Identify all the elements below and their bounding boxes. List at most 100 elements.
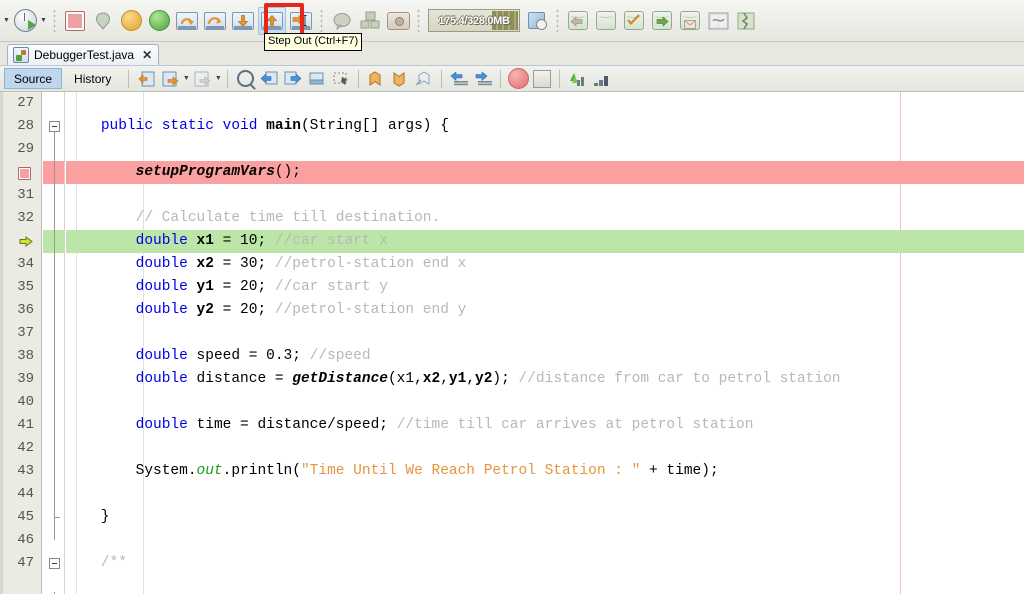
line-number: 38 — [17, 345, 34, 368]
debug-project-button[interactable] — [12, 8, 38, 34]
apply-code-changes-button[interactable] — [329, 8, 355, 34]
debug-clock-icon — [14, 9, 37, 32]
bookmark-down-icon — [391, 71, 409, 87]
diff-button[interactable] — [705, 8, 731, 34]
close-icon[interactable]: ✕ — [142, 48, 152, 62]
toggle-highlight-button[interactable] — [306, 69, 328, 89]
code-line[interactable]: setupProgramVars(); — [66, 161, 301, 184]
line-number: 29 — [17, 138, 34, 161]
code-editor[interactable]: 27282931323435363738394041424344454647 p… — [0, 92, 1024, 594]
code-token — [66, 417, 136, 433]
db-back-button[interactable] — [565, 8, 591, 34]
editor-toolbar-separator-6 — [559, 70, 560, 88]
camera-icon — [387, 12, 410, 30]
last-edit-button[interactable] — [135, 69, 157, 89]
code-token: getDistance — [292, 371, 388, 387]
undo-refactor-button[interactable] — [191, 69, 213, 89]
code-token: //car start y — [275, 279, 388, 295]
line-number: 32 — [17, 207, 34, 230]
toggle-bookmark-button[interactable] — [413, 69, 435, 89]
step-over-button[interactable] — [174, 8, 200, 34]
find-next-button[interactable] — [282, 69, 304, 89]
chevron-down-icon-undo[interactable]: ▼ — [214, 75, 222, 82]
code-token: main — [266, 118, 301, 134]
inspect-hierarchy-button[interactable] — [590, 69, 612, 89]
finish-debugger-session-button[interactable] — [62, 8, 88, 34]
step-out-tooltip: Step Out (Ctrl+F7) — [264, 33, 362, 51]
code-line[interactable]: double distance = getDistance(x1,x2,y1,y… — [66, 368, 840, 391]
code-line[interactable]: public static void main(String[] args) { — [66, 115, 449, 138]
code-line[interactable]: double speed = 0.3; //speed — [66, 345, 371, 368]
tab-source[interactable]: Source — [4, 68, 62, 89]
pause-location-button[interactable] — [90, 8, 116, 34]
pause-button[interactable] — [118, 8, 144, 34]
run-to-cursor-button[interactable] — [288, 8, 314, 34]
code-token — [66, 233, 136, 249]
code-line[interactable]: double y1 = 20; //car start y — [66, 276, 388, 299]
step-out-button[interactable] — [258, 7, 286, 35]
previous-bookmark-button[interactable] — [365, 69, 387, 89]
code-token: y2 — [475, 371, 492, 387]
take-gui-snapshot-button[interactable] — [357, 8, 383, 34]
toolbar-separator-4 — [554, 10, 561, 32]
find-selection-button[interactable] — [234, 69, 256, 89]
code-token: = 10; — [214, 233, 275, 249]
editor-toolbar-separator-2 — [227, 70, 228, 88]
project-config-dropdown-left[interactable]: ▼ — [2, 17, 11, 24]
shift-line-right-button[interactable] — [472, 69, 494, 89]
code-token: speed = 0.3; — [188, 348, 310, 364]
chevron-down-icon-refactor[interactable]: ▼ — [182, 75, 190, 82]
next-bookmark-button[interactable] — [389, 69, 411, 89]
code-token: x2 — [197, 256, 214, 272]
take-screenshot-button[interactable] — [385, 8, 411, 34]
breakpoint-marker[interactable] — [18, 167, 31, 180]
code-line[interactable]: // Calculate time till destination. — [66, 207, 440, 230]
code-line[interactable]: /** — [66, 552, 127, 575]
file-tab-debuggertest[interactable]: DebuggerTest.java ✕ — [7, 44, 159, 65]
code-line[interactable]: double time = distance/speed; //time til… — [66, 414, 753, 437]
toggle-rectangular-selection-button[interactable] — [330, 69, 352, 89]
code-folding-column[interactable] — [43, 92, 65, 594]
memory-gauge[interactable]: 175.4/328.0MB — [428, 9, 520, 32]
code-token: = 30; — [214, 256, 275, 272]
db-check-button[interactable] — [621, 8, 647, 34]
db-commit-button[interactable] — [677, 8, 703, 34]
debug-dropdown[interactable]: ▼ — [39, 17, 48, 24]
line-number-gutter[interactable]: 27282931323435363738394041424344454647 — [0, 92, 42, 594]
code-token: (x1, — [388, 371, 423, 387]
tab-history[interactable]: History — [65, 69, 120, 88]
code-token: "Time Until We Reach Petrol Station : " — [301, 463, 640, 479]
code-line[interactable]: System.out.println("Time Until We Reach … — [66, 460, 719, 483]
file-tab-label: DebuggerTest.java — [34, 48, 134, 62]
line-number: 41 — [17, 414, 34, 437]
db-forward-button[interactable] — [649, 8, 675, 34]
code-text-area[interactable]: public static void main(String[] args) {… — [66, 92, 1024, 594]
find-previous-button[interactable] — [258, 69, 280, 89]
line-number: 44 — [17, 483, 34, 506]
step-over-expression-button[interactable] — [202, 8, 228, 34]
local-history-button[interactable] — [733, 8, 759, 34]
shift-left-icon — [450, 71, 469, 86]
profile-cube-icon — [527, 11, 547, 30]
db-check-icon — [624, 11, 644, 30]
code-line[interactable]: double x2 = 30; //petrol-station end x — [66, 253, 466, 276]
code-line[interactable]: double x1 = 10; //car start x — [66, 230, 388, 253]
shift-line-left-button[interactable] — [448, 69, 470, 89]
code-token: double — [136, 233, 188, 249]
code-line[interactable]: double y2 = 20; //petrol-station end y — [66, 299, 466, 322]
start-macro-recording-button[interactable] — [507, 69, 529, 89]
step-into-button[interactable] — [230, 8, 256, 34]
code-token: System. — [66, 463, 197, 479]
inspect-members-button[interactable] — [566, 69, 588, 89]
refactor-preview-button[interactable] — [159, 69, 181, 89]
code-token: distance = — [188, 371, 292, 387]
editor-toolbar-separator-1 — [128, 70, 129, 88]
stop-macro-recording-button[interactable] — [531, 69, 553, 89]
fold-collapse-box[interactable] — [49, 121, 60, 132]
code-line[interactable]: } — [66, 506, 110, 529]
editor-toolbar-separator-4 — [441, 70, 442, 88]
fold-collapse-box[interactable] — [49, 558, 60, 569]
db-object-button[interactable] — [593, 8, 619, 34]
continue-button[interactable] — [146, 8, 172, 34]
profile-project-button[interactable] — [524, 8, 550, 34]
